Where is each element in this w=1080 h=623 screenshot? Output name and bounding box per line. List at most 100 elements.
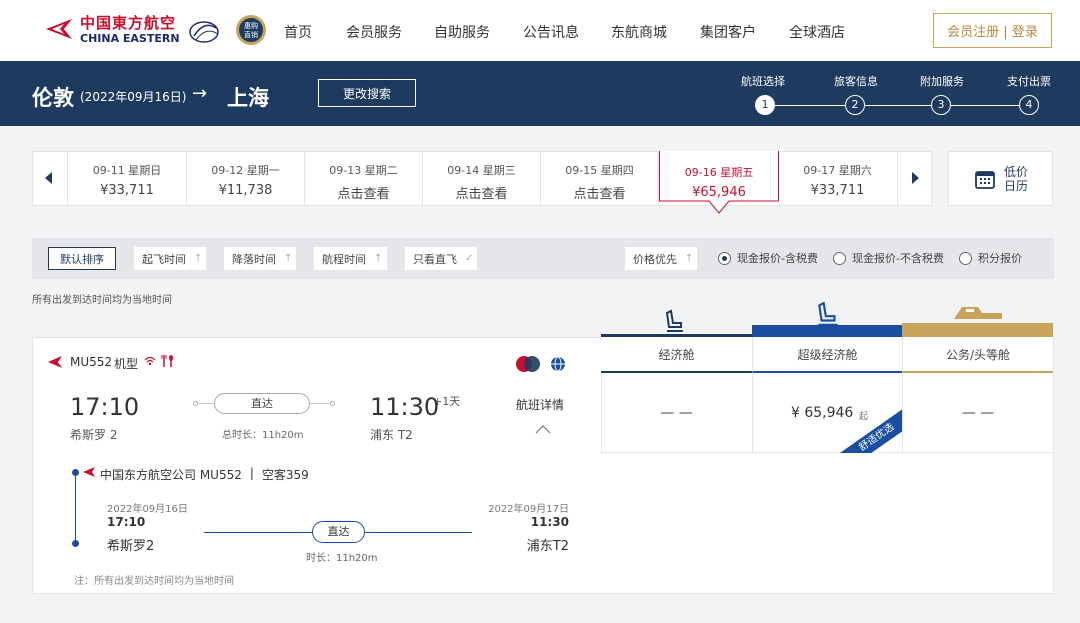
sort-arrival-button[interactable]: 降落时间 ↑ <box>224 247 296 270</box>
selected-date-cell[interactable]: 09-16 星期五 ¥65,946 <box>659 151 779 201</box>
brand-name-en: CHINA EASTERN <box>80 32 180 45</box>
date-cell[interactable]: 09-13 星期二 点击查看 <box>305 152 423 205</box>
total-duration: 总时长：11h20m <box>222 430 304 441</box>
direct-sale-badge-icon: 惠购 直销 <box>236 15 266 45</box>
top-nav-bar: 中国東方航空 CHINA EASTERN 惠购 直销 首页 会员服务 自助服务 … <box>0 0 1080 61</box>
business-cabin-header: 公务/头等舱 <box>902 337 1053 373</box>
segment-dep-time: 17:10 <box>107 515 146 529</box>
date-label: 09-12 星期一 <box>211 164 280 177</box>
nav-corporate[interactable]: 集团客户 <box>700 22 756 42</box>
origin-city: 伦敦 <box>32 86 74 110</box>
date-cell[interactable]: 09-17 星期六 ¥33,711 <box>778 152 898 205</box>
price-first-button[interactable]: 价格优先 ↑ <box>625 247 697 270</box>
china-eastern-small-logo-icon <box>48 356 62 368</box>
radio-label: 积分报价 <box>978 252 1022 265</box>
chevron-up-icon[interactable] <box>535 424 551 434</box>
prev-week-button[interactable] <box>33 152 68 205</box>
date-price: 点击查看 <box>573 187 626 202</box>
route-dot <box>330 401 335 406</box>
date-price: 点击查看 <box>337 187 390 202</box>
step-connector <box>865 105 931 106</box>
calendar-icon <box>975 171 995 189</box>
date-label: 09-13 星期二 <box>329 164 398 177</box>
radio-cash-incl-tax[interactable]: 现金报价-含税费 <box>718 250 818 266</box>
sort-label: 航程时间 <box>322 252 366 266</box>
radio-empty-icon <box>833 251 846 265</box>
date-cell[interactable]: 09-14 星期三 点击查看 <box>423 152 541 205</box>
aircraft-type-label[interactable]: 机型 <box>114 355 138 372</box>
sort-label: 降落时间 <box>232 252 276 266</box>
globe-icon <box>551 356 565 372</box>
sort-label: 起飞时间 <box>142 252 186 266</box>
segment-arr-date: 2022年09月17日 <box>488 504 569 515</box>
direct-only-filter[interactable]: 只看直飞 ✓ <box>405 247 477 270</box>
date-price: ¥65,946 <box>692 185 746 200</box>
timeline-dot <box>72 469 79 476</box>
svg-text:直销: 直销 <box>244 30 258 39</box>
radio-empty-icon <box>959 251 972 265</box>
nav-member[interactable]: 会员服务 <box>346 22 402 42</box>
segment-timeline <box>75 472 76 544</box>
arrow-up-icon: ↑ <box>284 253 293 264</box>
low-price-calendar-button[interactable]: 低价 日历 <box>948 151 1053 206</box>
date-cell[interactable]: 09-11 星期日 ¥33,711 <box>68 152 187 205</box>
step-1-indicator: 1 <box>755 95 775 115</box>
date-cell[interactable]: 09-15 星期四 点击查看 <box>541 152 659 205</box>
route-header: 伦敦 (2022年09月16日) → 上海 更改搜索 航班选择 1 旅客信息 2… <box>0 61 1080 126</box>
segment-aircraft: 空客359 <box>261 468 309 482</box>
register-login-button[interactable]: 会员注册 | 登录 <box>933 13 1052 48</box>
business-seat-icon <box>954 307 1002 319</box>
step-label-payment: 支付出票 <box>1007 75 1051 88</box>
date-label: 09-16 星期五 <box>684 166 754 179</box>
date-selector: 09-11 星期日 ¥33,711 09-12 星期一 ¥11,738 09-1… <box>32 151 932 206</box>
step-connector <box>775 105 845 106</box>
nav-self-service[interactable]: 自助服务 <box>434 22 490 42</box>
direct-flight-tag: 直达 <box>214 393 310 414</box>
nav-notice[interactable]: 公告讯息 <box>523 22 579 42</box>
bottom-time-note: 注：所有出发到达时间均为当地时间 <box>74 576 234 587</box>
radio-cash-excl-tax[interactable]: 现金报价-不含税费 <box>833 250 944 266</box>
radio-points[interactable]: 积分报价 <box>959 250 1022 266</box>
segment-direct-tag: 直达 <box>312 521 365 543</box>
route-arrow-icon: → <box>192 83 208 104</box>
nav-hotel[interactable]: 全球酒店 <box>789 22 845 42</box>
super-economy-seat-icon <box>818 301 838 326</box>
arrow-up-icon: ↑ <box>374 253 383 264</box>
flight-detail-link[interactable]: 航班详情 <box>516 396 564 413</box>
local-time-note: 所有出发到达时间均为当地时间 <box>32 295 172 306</box>
super-economy-fare-button[interactable]: ¥ 65,946 起 舒适优选 <box>752 373 902 453</box>
nav-home[interactable]: 首页 <box>284 22 312 42</box>
sort-bar: 默认排序 起飞时间 ↑ 降落时间 ↑ 航程时间 ↑ 只看直飞 ✓ 价格优先 ↑ 现金报价-… <box>32 238 1054 279</box>
timeline-dot <box>72 540 79 547</box>
calendar-label-1: 低价 <box>1004 165 1029 179</box>
date-price: ¥33,711 <box>100 183 154 198</box>
modify-search-button[interactable]: 更改搜索 <box>318 79 416 107</box>
step-label-flight: 航班选择 <box>741 75 785 88</box>
sort-departure-button[interactable]: 起飞时间 ↑ <box>134 247 206 270</box>
arrow-up-icon: ↑ <box>685 253 694 264</box>
chevron-left-icon <box>45 172 52 184</box>
date-price: 点击查看 <box>455 187 508 202</box>
svg-text:惠购: 惠购 <box>244 21 258 30</box>
step-label-passenger: 旅客信息 <box>834 75 878 88</box>
travel-date: (2022年09月16日) <box>80 90 187 104</box>
date-cell[interactable]: 09-12 星期一 ¥11,738 <box>187 152 305 205</box>
default-sort-button[interactable]: 默认排序 <box>48 247 116 270</box>
check-icon: ✓ <box>465 253 474 264</box>
sort-label: 价格优先 <box>633 252 677 266</box>
flight-number: MU552 <box>70 355 113 369</box>
business-fare: — — <box>902 373 1053 453</box>
price-from-suffix: 起 <box>859 412 869 422</box>
segment-carrier-row: 中国东方航空公司 MU552 | 空客359 <box>100 466 309 483</box>
next-week-button[interactable] <box>898 152 933 205</box>
super-economy-price: ¥ 65,946 <box>791 405 854 421</box>
nav-mall[interactable]: 东航商城 <box>611 22 667 42</box>
departure-time: 17:10 <box>70 393 140 421</box>
sort-duration-button[interactable]: 航程时间 ↑ <box>314 247 387 270</box>
separator: | <box>249 466 254 480</box>
china-eastern-logo-icon[interactable] <box>44 13 76 45</box>
brand-name-cn: 中国東方航空 <box>80 14 177 32</box>
arrow-up-icon: ↑ <box>194 253 203 264</box>
date-price: ¥33,711 <box>810 183 865 198</box>
date-label: 09-15 星期四 <box>565 164 634 177</box>
